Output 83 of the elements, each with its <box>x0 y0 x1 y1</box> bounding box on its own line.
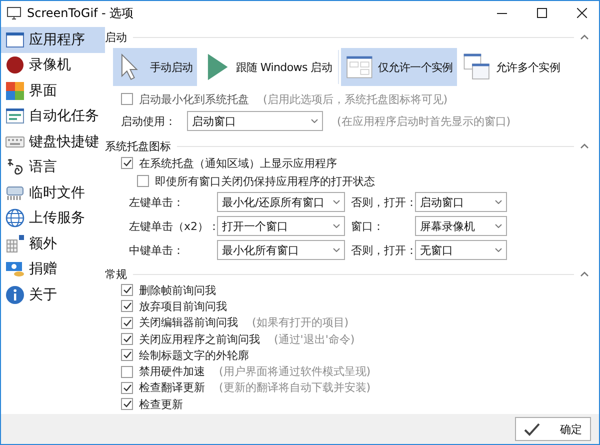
option-label: 检查翻译更新 <box>139 380 205 396</box>
sidebar-item[interactable]: 键盘快捷键 <box>1 129 105 154</box>
field-hint: (在应用程序启动时首先显示的窗口) <box>337 114 511 128</box>
field-label: 窗口： <box>351 218 385 234</box>
option-hint: (启用此选项后，系统托盘图标将可见) <box>263 92 448 106</box>
section-title: 常规 <box>105 266 127 282</box>
dropdown[interactable]: 启动窗口 <box>187 111 323 131</box>
sidebar-item[interactable]: 额外 <box>1 231 105 256</box>
option-label: 关闭编辑器前询问我 <box>139 315 238 330</box>
dropdown[interactable]: 启动窗口 <box>415 192 507 212</box>
panel-icon <box>5 106 25 126</box>
startup-option[interactable]: 允许多个实例 <box>458 48 564 86</box>
sidebar-item[interactable]: 应用程序 <box>1 27 105 52</box>
option-label: 启动最小化到系统托盘 <box>139 92 249 106</box>
checkbox[interactable] <box>121 300 133 312</box>
checkbox[interactable] <box>121 349 133 362</box>
checkbox[interactable] <box>121 157 133 169</box>
section-title: 系统托盘图标 <box>105 138 171 154</box>
dropdown[interactable]: 屏幕录像机 <box>415 216 507 236</box>
windows-icon <box>462 52 491 82</box>
dropdown[interactable]: 最小化所有窗口 <box>217 240 345 260</box>
checkbox[interactable] <box>121 333 133 346</box>
check-icon <box>122 159 132 167</box>
caret-icon <box>311 119 318 123</box>
dropdown[interactable]: 最小化/还原所有窗口 <box>217 192 345 212</box>
field-label: 启动使用： <box>121 114 177 128</box>
option-label: 绘制标题文字的外轮廓 <box>139 348 249 363</box>
field-label: 左键单击： <box>129 194 185 210</box>
option-hint: (更新的翻译将自动下载并安装) <box>219 380 371 396</box>
check-icon <box>524 422 540 436</box>
checkbox[interactable] <box>121 398 133 410</box>
monitor-icon <box>7 6 21 20</box>
collapse-icon[interactable] <box>580 271 589 277</box>
caret-icon <box>333 200 340 204</box>
color-grid-icon <box>5 80 25 101</box>
circle-icon <box>5 55 25 76</box>
caret-icon <box>333 224 340 228</box>
checkbox[interactable] <box>121 284 133 296</box>
dropdown[interactable]: 打开一个窗口 <box>217 216 345 236</box>
sidebar-item[interactable]: 界面 <box>1 78 105 104</box>
checkbox[interactable] <box>121 316 133 329</box>
caret-icon <box>495 224 502 228</box>
ok-button[interactable]: 确定 <box>515 417 591 441</box>
sidebar-item[interactable]: 录像机 <box>1 52 105 78</box>
option-hint: (用户界面将通过软件模式呈现) <box>219 364 371 380</box>
sidebar-item[interactable]: 语言 <box>1 154 105 180</box>
field-label: 中键单击： <box>129 242 185 258</box>
sidebar-item[interactable]: 临时文件 <box>1 180 105 206</box>
maximize-icon <box>537 8 547 18</box>
info-icon <box>5 284 25 305</box>
option-label: 在系统托盘（通知区域）上显示应用程序 <box>139 156 337 170</box>
caret-icon <box>495 200 502 204</box>
collapse-icon[interactable] <box>580 34 589 40</box>
startup-option[interactable]: 仅允许一个实例 <box>341 48 457 86</box>
option-label: 放弃项目前询问我 <box>139 298 227 314</box>
option-label: 关闭应用程序之前询问我 <box>139 332 260 347</box>
checkbox[interactable] <box>137 175 149 187</box>
sidebar-item[interactable]: 上传服务 <box>1 206 105 231</box>
checkbox[interactable] <box>121 382 133 394</box>
option-hint: (如果有打开的项目) <box>252 315 349 330</box>
option-label: 删除帧前询问我 <box>139 282 216 298</box>
dropdown[interactable]: 无窗口 <box>415 240 507 260</box>
startup-option[interactable]: 手动启动 <box>113 48 197 86</box>
collapse-icon[interactable] <box>580 143 589 149</box>
option-hint: (通过'退出'命令) <box>274 332 355 347</box>
startup-option[interactable]: 跟随 Windows 启动 <box>198 48 336 86</box>
caret-icon <box>333 248 340 252</box>
sidebar-item[interactable]: 捐赠 <box>1 256 105 282</box>
window-icon <box>5 30 25 50</box>
window-title: ScreenToGif - 选项 <box>27 4 135 22</box>
globe-icon <box>5 208 25 228</box>
grid-icon <box>5 234 25 254</box>
money-icon <box>5 259 25 280</box>
section-title: 启动 <box>105 30 127 44</box>
checkbox[interactable] <box>121 93 133 105</box>
option-label: 检查更新 <box>139 396 183 412</box>
caret-icon <box>495 248 502 252</box>
option-label: 禁用硬件加速 <box>139 364 205 380</box>
sidebar-item[interactable]: 关于 <box>1 282 105 308</box>
close-icon <box>577 8 587 18</box>
option-label: 即使所有窗口关闭仍保持应用程序的打开状态 <box>155 174 375 188</box>
checkbox[interactable] <box>121 366 133 378</box>
sidebar-item[interactable]: 自动化任务 <box>1 104 105 129</box>
